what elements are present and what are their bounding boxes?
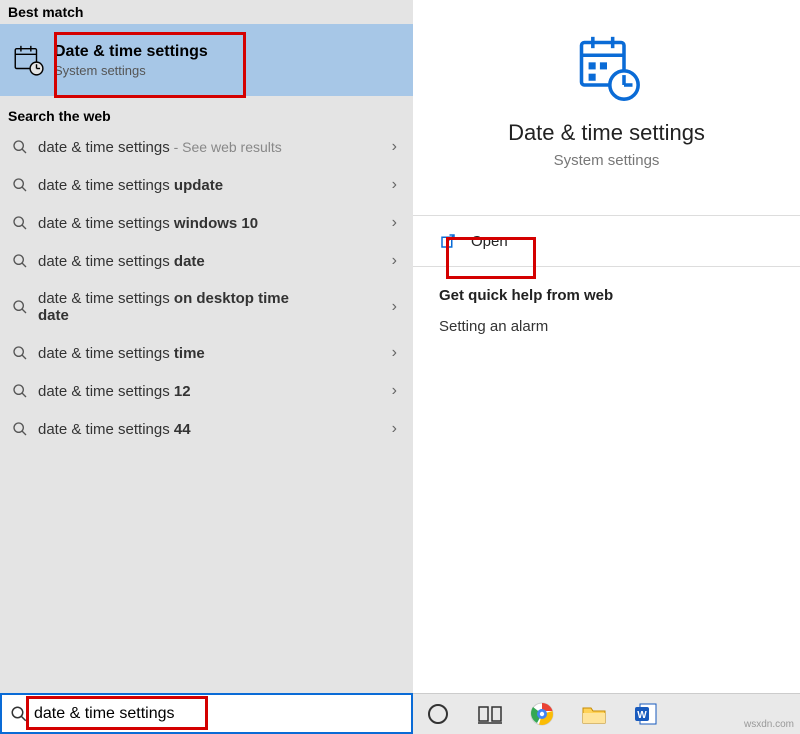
annotation-highlight [26, 696, 208, 730]
calendar-clock-icon [413, 0, 800, 102]
web-result-label: date & time settings 44 [38, 421, 191, 438]
chrome-icon[interactable] [529, 701, 555, 727]
search-icon [12, 177, 28, 193]
web-result-label: date & time settings on desktop time dat… [38, 290, 298, 324]
web-result-label: date & time settings windows 10 [38, 215, 258, 232]
chevron-right-icon: › [392, 344, 397, 362]
chevron-right-icon: › [392, 420, 397, 438]
web-result-label: date & time settings time [38, 345, 205, 362]
preview-panel: Date & time settings System settings Ope… [413, 0, 800, 693]
calendar-clock-icon [10, 42, 46, 78]
chevron-right-icon: › [392, 252, 397, 270]
file-explorer-icon[interactable] [581, 701, 607, 727]
search-icon [12, 421, 28, 437]
word-icon[interactable]: W [633, 701, 659, 727]
taskbar: W [413, 693, 800, 734]
quick-help-item[interactable]: Setting an alarm [413, 314, 800, 339]
best-match-label: Best match [0, 0, 413, 24]
watermark: wsxdn.com [744, 719, 794, 730]
search-icon [12, 345, 28, 361]
svg-text:W: W [637, 710, 647, 721]
web-results-list: date & time settings - See web results›d… [0, 128, 413, 693]
web-result-item[interactable]: date & time settings time › [0, 334, 413, 372]
web-result-item[interactable]: date & time settings date › [0, 242, 413, 280]
search-icon [12, 383, 28, 399]
preview-title: Date & time settings [413, 120, 800, 146]
chevron-right-icon: › [392, 298, 397, 316]
web-result-item[interactable]: date & time settings windows 10 › [0, 204, 413, 242]
cortana-icon[interactable] [425, 701, 451, 727]
annotation-highlight [54, 32, 246, 98]
task-view-icon[interactable] [477, 701, 503, 727]
results-panel: Best match Date & time settings System s… [0, 0, 413, 693]
annotation-highlight [446, 237, 536, 279]
web-result-label: date & time settings date [38, 253, 205, 270]
web-result-label: date & time settings - See web results [38, 139, 282, 156]
chevron-right-icon: › [392, 176, 397, 194]
web-result-item[interactable]: date & time settings update › [0, 166, 413, 204]
search-icon [12, 139, 28, 155]
web-result-label: date & time settings update [38, 177, 223, 194]
web-result-item[interactable]: date & time settings 44 › [0, 410, 413, 448]
chevron-right-icon: › [392, 138, 397, 156]
web-result-label: date & time settings 12 [38, 383, 191, 400]
search-icon [12, 253, 28, 269]
chevron-right-icon: › [392, 382, 397, 400]
search-icon [12, 215, 28, 231]
preview-subtitle: System settings [413, 152, 800, 169]
web-result-item[interactable]: date & time settings on desktop time dat… [0, 280, 413, 334]
search-web-label: Search the web [0, 104, 413, 128]
search-icon [12, 299, 28, 315]
web-result-item[interactable]: date & time settings 12 › [0, 372, 413, 410]
web-result-item[interactable]: date & time settings - See web results › [0, 128, 413, 166]
chevron-right-icon: › [392, 214, 397, 232]
